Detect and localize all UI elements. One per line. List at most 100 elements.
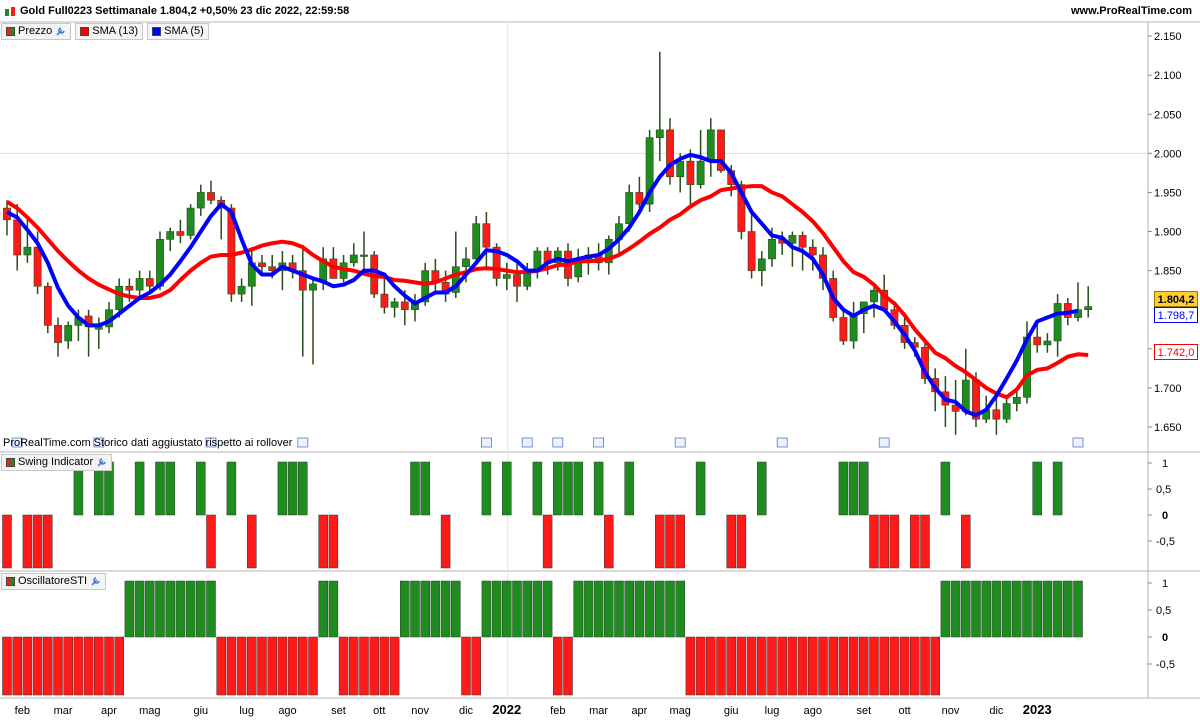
candle-body bbox=[706, 129, 715, 162]
candle-body bbox=[808, 246, 817, 256]
x-tick-label: giu bbox=[724, 705, 739, 717]
price-swatch bbox=[6, 27, 15, 36]
x-tick-label: ago bbox=[804, 705, 822, 717]
swing-legend: Swing Indicator bbox=[1, 454, 113, 471]
legend-sma5[interactable]: SMA (5) bbox=[147, 23, 209, 40]
chart-title: Gold Full0223 Settimanale 1.804,2 +0,50%… bbox=[20, 5, 350, 17]
legend-swing[interactable]: Swing Indicator bbox=[1, 454, 113, 471]
indicator-bar bbox=[624, 461, 634, 516]
y-tick-label: 2.000 bbox=[1154, 148, 1182, 160]
indicator-bar bbox=[910, 514, 920, 569]
candle-body bbox=[258, 262, 266, 268]
x-tick-label: nov bbox=[411, 705, 429, 717]
legend-sma13[interactable]: SMA (13) bbox=[75, 23, 144, 40]
indicator-bar bbox=[461, 636, 471, 696]
indicator-bar bbox=[961, 514, 971, 569]
x-tick-label: dic bbox=[459, 705, 474, 717]
legend-price[interactable]: Prezzo bbox=[1, 23, 72, 40]
candle-body bbox=[115, 285, 124, 311]
candle-body bbox=[1043, 340, 1052, 346]
indicator-bar bbox=[655, 580, 665, 638]
indicator-bar bbox=[379, 636, 390, 696]
x-tick-label: lug bbox=[239, 705, 254, 717]
indicator-bar bbox=[430, 580, 441, 638]
event-marker-icon bbox=[297, 437, 309, 448]
y-tick-label: 1.700 bbox=[1154, 383, 1182, 395]
indicator-bar bbox=[777, 636, 787, 696]
sma13-swatch bbox=[80, 27, 90, 36]
x-tick-label: set bbox=[856, 705, 871, 717]
indicator-bar bbox=[695, 636, 706, 696]
indicator-bar bbox=[22, 636, 33, 696]
wrench-icon[interactable] bbox=[96, 457, 107, 468]
candle-body bbox=[33, 246, 42, 287]
candle-body bbox=[839, 317, 848, 342]
candle-body bbox=[125, 285, 134, 291]
y-tick-label: 1 bbox=[1162, 458, 1168, 470]
indicator-bar bbox=[1032, 461, 1042, 516]
osc-swatch bbox=[6, 577, 15, 586]
x-tick-label: apr bbox=[101, 705, 117, 717]
indicator-bar bbox=[389, 636, 400, 696]
indicator-bar bbox=[593, 580, 604, 638]
indicator-bar bbox=[471, 636, 481, 696]
indicator-bar bbox=[1042, 580, 1053, 638]
indicator-bar bbox=[206, 514, 216, 569]
indicator-bar bbox=[481, 461, 492, 516]
indicator-bar bbox=[838, 461, 849, 516]
indicator-bar bbox=[308, 636, 318, 696]
indicator-bar bbox=[563, 461, 573, 516]
indicator-bar bbox=[328, 514, 339, 569]
wrench-icon[interactable] bbox=[55, 26, 66, 37]
indicator-bar bbox=[1032, 580, 1042, 638]
indicator-bar bbox=[277, 636, 288, 696]
event-marker-icon bbox=[521, 437, 533, 448]
event-marker-icon bbox=[878, 437, 890, 448]
indicator-bar bbox=[420, 461, 430, 516]
indicator-bar bbox=[440, 580, 451, 638]
x-tick-label: apr bbox=[631, 705, 647, 717]
indicator-bar bbox=[961, 580, 971, 638]
indicator-bar bbox=[971, 580, 981, 638]
indicator-bar bbox=[298, 461, 308, 516]
brand-link[interactable]: www.ProRealTime.com bbox=[1071, 0, 1192, 22]
candle-body bbox=[268, 266, 277, 271]
candle-body bbox=[1033, 336, 1042, 346]
y-tick-label: 0,5 bbox=[1156, 605, 1171, 617]
indicator-bar bbox=[1022, 580, 1032, 638]
indicator-bar bbox=[400, 580, 410, 638]
candle-body bbox=[23, 246, 32, 256]
x-tick-label: set bbox=[331, 705, 346, 717]
indicator-bar bbox=[542, 580, 553, 638]
indicator-bar bbox=[910, 636, 920, 696]
indicator-bar bbox=[12, 636, 22, 696]
indicator-bar bbox=[226, 461, 237, 516]
candle-body bbox=[176, 231, 185, 236]
indicator-bar bbox=[644, 580, 655, 638]
chart-canvas[interactable]: 2.1502.1002.0502.0001.9501.9001.8501.750… bbox=[0, 0, 1200, 720]
indicator-bar bbox=[22, 514, 33, 569]
indicator-bar bbox=[675, 580, 685, 638]
indicator-bar bbox=[1012, 580, 1022, 638]
wrench-icon[interactable] bbox=[90, 576, 101, 587]
candle-body bbox=[349, 254, 358, 264]
candle-body bbox=[390, 301, 399, 308]
indicator-bar bbox=[675, 514, 685, 569]
event-marker-icon bbox=[674, 437, 686, 448]
legend-osc[interactable]: OscillatoreSTI bbox=[1, 573, 107, 590]
indicator-bar bbox=[175, 580, 186, 638]
price-legend: Prezzo SMA (13) SMA (5) bbox=[1, 23, 209, 40]
indicator-bar bbox=[838, 636, 849, 696]
indicator-bar bbox=[736, 636, 747, 696]
indicator-bar bbox=[134, 461, 145, 516]
candle-icon bbox=[4, 6, 16, 21]
indicator-bar bbox=[2, 636, 12, 696]
candle-body bbox=[207, 192, 215, 201]
indicator-bar bbox=[706, 636, 716, 696]
sma5-price-tag: 1.798,7 bbox=[1154, 307, 1198, 323]
candle-body bbox=[696, 160, 705, 185]
indicator-bar bbox=[1052, 580, 1063, 638]
indicator-bar bbox=[63, 636, 73, 696]
indicator-bar bbox=[114, 636, 124, 696]
sma5-swatch bbox=[152, 27, 162, 36]
